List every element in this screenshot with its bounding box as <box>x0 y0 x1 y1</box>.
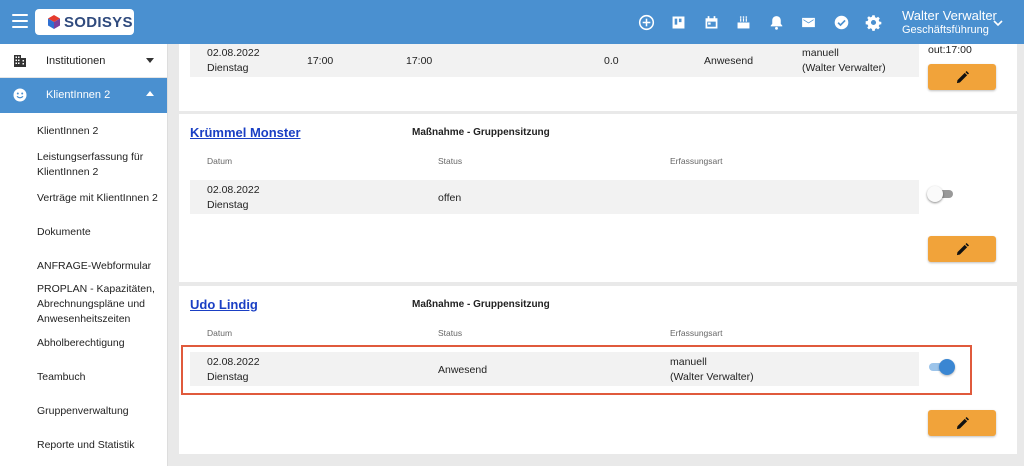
gear-icon[interactable] <box>864 12 884 32</box>
chevron-down-icon[interactable] <box>993 18 1003 28</box>
attendance-toggle[interactable] <box>927 186 954 202</box>
client-name-link[interactable]: Krümmel Monster <box>190 125 301 140</box>
logo[interactable]: SODISYS <box>35 9 134 35</box>
check-circle-icon[interactable] <box>831 12 851 32</box>
menu-icon[interactable] <box>12 14 28 28</box>
sidebar-subitem-vertraege[interactable]: Verträge mit KlientInnen 2 <box>37 191 162 206</box>
column-header-status: Status <box>438 156 463 166</box>
attendance-card: 02.08.2022 Dienstag 17:00 17:00 0.0 Anwe… <box>179 44 1017 111</box>
column-header-erfassungsart: Erfassungsart <box>670 156 723 166</box>
pencil-icon <box>956 242 969 255</box>
edit-button[interactable] <box>928 410 996 436</box>
sidebar-subitem-teambuch[interactable]: Teambuch <box>37 370 162 385</box>
pencil-icon <box>956 416 969 429</box>
calendar-icon[interactable] <box>701 12 721 32</box>
caret-up-icon <box>146 91 154 96</box>
sidebar-subitem-reporte[interactable]: Reporte und Statistik <box>37 438 162 453</box>
user-name: Walter Verwalter <box>902 8 997 23</box>
column-header-datum: Datum <box>207 328 233 338</box>
sidebar-item-label: Institutionen <box>46 55 106 67</box>
user-role: Geschäftsführung <box>902 24 989 36</box>
client-name-link[interactable]: Udo Lindig <box>190 297 258 312</box>
mail-icon[interactable] <box>799 12 819 32</box>
measure-title: Maßnahme - Gruppensitzung <box>412 299 550 310</box>
board-icon[interactable] <box>669 12 689 32</box>
column-header-status: Status <box>438 328 463 338</box>
date-cell: 02.08.2022 Dienstag <box>207 184 260 211</box>
top-app-bar: SODISYS Walter Verwalter Geschäftsführun… <box>0 0 1024 44</box>
measure-title: Maßnahme - Gruppensitzung <box>412 127 550 138</box>
sidebar-item-klientinnen[interactable]: KlientInnen 2 <box>0 78 167 113</box>
sidebar-item-label: KlientInnen 2 <box>46 89 111 101</box>
out-time-note: out:17:00 <box>928 44 972 56</box>
sidebar-subitem-proplan[interactable]: PROPLAN - Kapazitäten, Abrechnungspläne … <box>37 282 162 327</box>
status-cell: Anwesend <box>704 55 754 67</box>
from-time-cell: 17:00 <box>307 55 334 67</box>
sidebar-subitem-dokumente[interactable]: Dokumente <box>37 225 162 240</box>
caret-down-icon <box>146 58 154 63</box>
add-circle-icon[interactable] <box>636 12 656 32</box>
highlight-box <box>181 345 972 395</box>
logo-cube-icon <box>48 15 60 29</box>
building-icon <box>14 55 26 67</box>
bell-icon[interactable] <box>766 12 786 32</box>
smiley-icon <box>13 88 27 102</box>
user-menu[interactable]: Walter Verwalter Geschäftsführung <box>902 9 997 37</box>
sidebar-item-institutionen[interactable]: Institutionen <box>0 44 167 78</box>
client-card-kruemmel: Krümmel Monster Maßnahme - Gruppensitzun… <box>179 114 1017 282</box>
capture-cell: manuell (Walter Verwalter) <box>802 47 886 74</box>
sidebar-subitem-gruppenverwaltung[interactable]: Gruppenverwaltung <box>37 404 162 419</box>
sidebar-subitem-anfrage-webformular[interactable]: ANFRAGE-Webformular <box>37 259 162 274</box>
sidebar-subitem-klientinnen[interactable]: KlientInnen 2 <box>37 124 162 139</box>
edit-button[interactable] <box>928 236 996 262</box>
column-header-erfassungsart: Erfassungsart <box>670 328 723 338</box>
hours-cell: 0.0 <box>604 55 619 67</box>
to-time-cell: 17:00 <box>406 55 433 67</box>
status-cell: offen <box>438 192 462 204</box>
logo-text: SODISYS <box>64 13 133 31</box>
column-header-datum: Datum <box>207 156 233 166</box>
sidebar-subitem-abholberechtigung[interactable]: Abholberechtigung <box>37 336 162 351</box>
date-cell: 02.08.2022 Dienstag <box>207 47 260 74</box>
table-row <box>190 180 919 214</box>
sidebar-subitem-leistungserfassung[interactable]: Leistungserfassung für KlientInnen 2 <box>37 150 162 180</box>
cake-icon[interactable] <box>734 12 754 32</box>
edit-button[interactable] <box>928 64 996 90</box>
pencil-icon <box>956 70 969 83</box>
sidebar: Institutionen KlientInnen 2 KlientInnen … <box>0 44 168 466</box>
